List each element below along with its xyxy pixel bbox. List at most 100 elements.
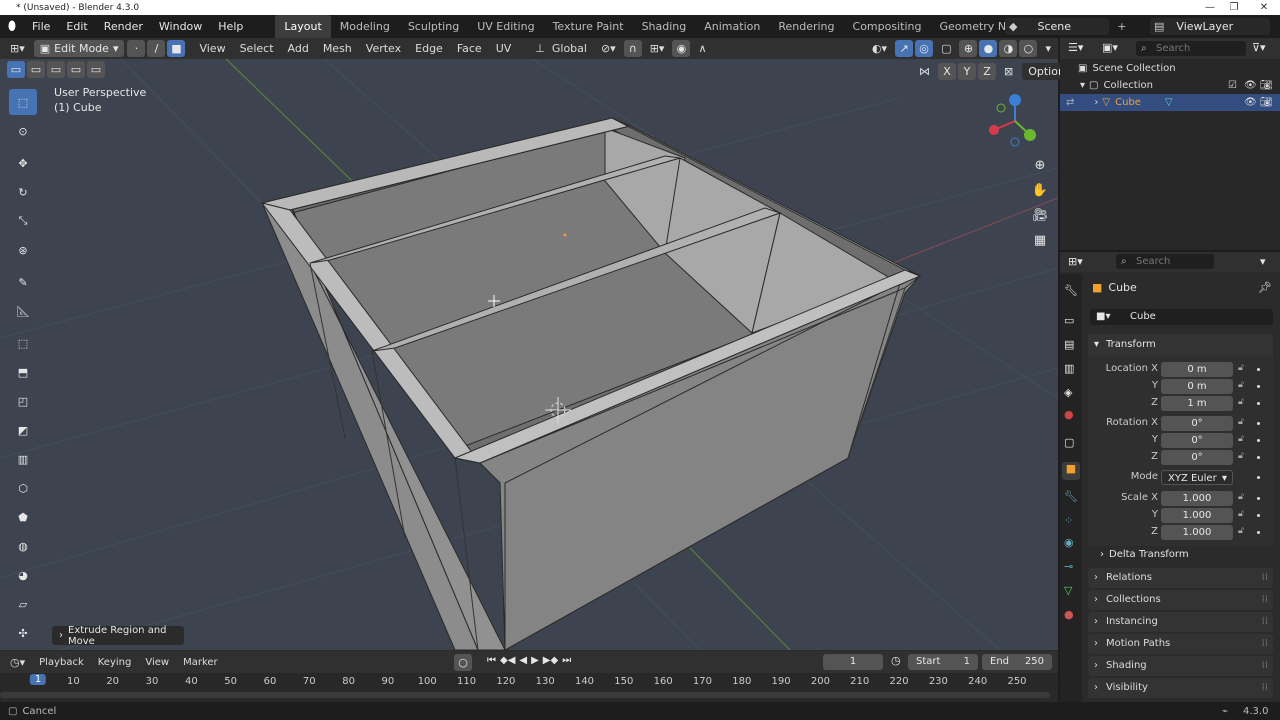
scale-y-field[interactable]: 1.000 xyxy=(1161,508,1233,523)
zoom-icon[interactable]: ⊕ xyxy=(1030,158,1050,183)
outliner-row-collection[interactable]: ▾ ▢ Collection ☑ 👁︎ 📷︎ xyxy=(1060,77,1280,94)
camera-view-icon[interactable]: 🎥︎ xyxy=(1030,208,1050,233)
camera-icon[interactable]: 📷︎ xyxy=(1260,97,1273,108)
xray-icon[interactable]: ▢ xyxy=(934,38,958,59)
menu-file[interactable]: File xyxy=(24,15,58,38)
keyframe-dot-icon[interactable] xyxy=(1257,476,1260,479)
location-y-field[interactable]: 0 m xyxy=(1161,379,1233,394)
falloff-icon[interactable]: ∧ xyxy=(691,38,713,59)
output-tab-icon[interactable]: ▤ xyxy=(1064,338,1074,351)
drag-handle-icon[interactable]: ⁞⁞ xyxy=(1262,612,1268,632)
cursor-tool-icon[interactable]: ⊙ xyxy=(9,118,37,144)
mesh-options-icon[interactable]: ⊠ xyxy=(997,61,1020,82)
add-workspace-button[interactable]: + xyxy=(1108,15,1135,38)
data-tab-icon[interactable]: ▽ xyxy=(1064,584,1072,597)
mirror-z-button[interactable]: Z xyxy=(978,63,996,80)
keyframe-dot-icon[interactable] xyxy=(1257,456,1260,459)
select-box-icon[interactable]: ⬚ xyxy=(9,89,37,115)
menu-edit[interactable]: Edit xyxy=(58,15,95,38)
blender-logo-icon[interactable]: ⬮ xyxy=(0,19,24,34)
jump-start-icon[interactable]: ⏮ xyxy=(487,655,496,666)
object-name-field[interactable]: ■▾ Cube xyxy=(1090,309,1273,325)
menu-help[interactable]: Help xyxy=(210,15,251,38)
keyframe-dot-icon[interactable] xyxy=(1257,368,1260,371)
tool-tab-icon[interactable]: 🔧︎ xyxy=(1064,284,1078,297)
annotate-tool-icon[interactable]: ✎ xyxy=(9,269,37,295)
panel-shading[interactable]: › Shading ⁞⁞ xyxy=(1088,656,1273,676)
pivot-icon[interactable]: ⊘▾ xyxy=(594,38,623,59)
rip-tool-icon[interactable]: ✣ xyxy=(9,620,37,646)
visibility-icon[interactable]: ◐▾ xyxy=(865,38,894,59)
rotation-x-field[interactable]: 0° xyxy=(1161,416,1233,431)
keyframe-dot-icon[interactable] xyxy=(1257,439,1260,442)
solid-shading-icon[interactable]: ● xyxy=(979,40,998,57)
knife-tool-icon[interactable]: ⬡ xyxy=(9,475,37,501)
close-window-button[interactable]: ✕ xyxy=(1250,0,1278,15)
tab-texture-paint[interactable]: Texture Paint xyxy=(544,15,633,38)
proportional-edit-icon[interactable]: ◉ xyxy=(672,40,691,57)
location-z-field[interactable]: 1 m xyxy=(1161,396,1233,411)
maximize-button[interactable]: ❐ xyxy=(1220,0,1248,15)
smooth-tool-icon[interactable]: ◕ xyxy=(9,562,37,588)
drag-handle-icon[interactable]: ⁞⁞ xyxy=(1262,678,1268,698)
gizmo-toggle-icon[interactable]: ↗ xyxy=(895,40,914,57)
panel-collections[interactable]: › Collections ⁞⁞ xyxy=(1088,590,1273,610)
mirror-x-button[interactable]: X xyxy=(938,63,956,80)
rotate-tool-icon[interactable]: ↻ xyxy=(9,179,37,205)
lock-icon[interactable]: 🔓︎ xyxy=(1238,417,1244,427)
tab-compositing[interactable]: Compositing xyxy=(844,15,931,38)
prev-keyframe-icon[interactable]: ◆◀ xyxy=(500,655,515,666)
jump-end-icon[interactable]: ⏭ xyxy=(562,655,571,666)
wireframe-shading-icon[interactable]: ⊕ xyxy=(959,40,978,57)
drag-handle-icon[interactable]: ⁞⁞ xyxy=(1262,568,1268,588)
chevron-down-icon[interactable]: ▾ xyxy=(1260,255,1266,268)
timeline-menu-keying[interactable]: Keying xyxy=(91,652,139,673)
panel-motion-paths[interactable]: › Motion Paths ⁞⁞ xyxy=(1088,634,1273,654)
lock-icon[interactable]: 🔓︎ xyxy=(1238,363,1244,373)
loop-cut-tool-icon[interactable]: ▥ xyxy=(9,446,37,472)
edge-select-icon[interactable]: / xyxy=(147,40,166,57)
current-frame-marker[interactable]: 1 xyxy=(29,674,47,685)
delta-transform-subpanel[interactable]: › Delta Transform xyxy=(1100,549,1189,560)
eye-icon[interactable]: 👁︎ xyxy=(1244,80,1257,91)
last-operator-panel[interactable]: › Extrude Region and Move xyxy=(52,625,184,647)
chevron-down-icon[interactable]: ▾ xyxy=(1080,80,1085,91)
filter-icon[interactable]: ⊽▾ xyxy=(1252,41,1266,54)
scale-z-field[interactable]: 1.000 xyxy=(1161,525,1233,540)
menu-window[interactable]: Window xyxy=(151,15,210,38)
material-tab-icon[interactable]: ● xyxy=(1064,608,1074,621)
scene-selector[interactable]: ◆ Scene xyxy=(1005,18,1109,35)
select-invert-icon[interactable]: ▭ xyxy=(67,61,85,78)
orthographic-grid-icon[interactable]: ▦ xyxy=(1030,233,1050,258)
viewport-menu-vertex[interactable]: Vertex xyxy=(359,38,408,59)
timeline-editor-icon[interactable]: ◷▾ xyxy=(0,652,32,673)
end-frame-field[interactable]: End 250 xyxy=(982,654,1052,670)
tab-rendering[interactable]: Rendering xyxy=(769,15,843,38)
pan-hand-icon[interactable]: ✋ xyxy=(1030,183,1050,208)
spin-tool-icon[interactable]: ◍ xyxy=(9,533,37,559)
next-keyframe-icon[interactable]: ▶◆ xyxy=(543,655,558,666)
lock-icon[interactable]: 🔓︎ xyxy=(1238,526,1244,536)
start-frame-field[interactable]: Start 1 xyxy=(908,654,978,670)
panel-visibility[interactable]: › Visibility ⁞⁞ xyxy=(1088,678,1273,698)
scale-x-field[interactable]: 1.000 xyxy=(1161,491,1233,506)
timeline-menu-playback[interactable]: Playback xyxy=(32,652,91,673)
transform-panel-header[interactable]: ▾ Transform xyxy=(1088,334,1273,356)
shear-tool-icon[interactable]: ▱ xyxy=(9,591,37,617)
drag-handle-icon[interactable]: ⁞⁞ xyxy=(1262,634,1268,654)
rotation-mode-select[interactable]: XYZ Euler ▾ xyxy=(1161,470,1233,485)
panel-instancing[interactable]: › Instancing ⁞⁞ xyxy=(1088,612,1273,632)
keyframe-dot-icon[interactable] xyxy=(1257,497,1260,500)
rotation-z-field[interactable]: 0° xyxy=(1161,450,1233,465)
tab-modeling[interactable]: Modeling xyxy=(331,15,399,38)
select-intersect-icon[interactable]: ▭ xyxy=(87,61,105,78)
timeline-menu-marker[interactable]: Marker xyxy=(176,652,225,673)
snap-icon[interactable]: ∩ xyxy=(623,40,642,57)
preview-range-icon[interactable]: ◷ xyxy=(891,654,901,667)
select-extend-icon[interactable]: ▭ xyxy=(27,61,45,78)
select-subtract-icon[interactable]: ▭ xyxy=(47,61,65,78)
drag-handle-icon[interactable]: ⁞⁞ xyxy=(1262,656,1268,676)
vertex-select-icon[interactable]: · xyxy=(127,40,146,57)
render-tab-icon[interactable]: ▭ xyxy=(1064,314,1074,327)
viewport-menu-view[interactable]: View xyxy=(192,38,232,59)
